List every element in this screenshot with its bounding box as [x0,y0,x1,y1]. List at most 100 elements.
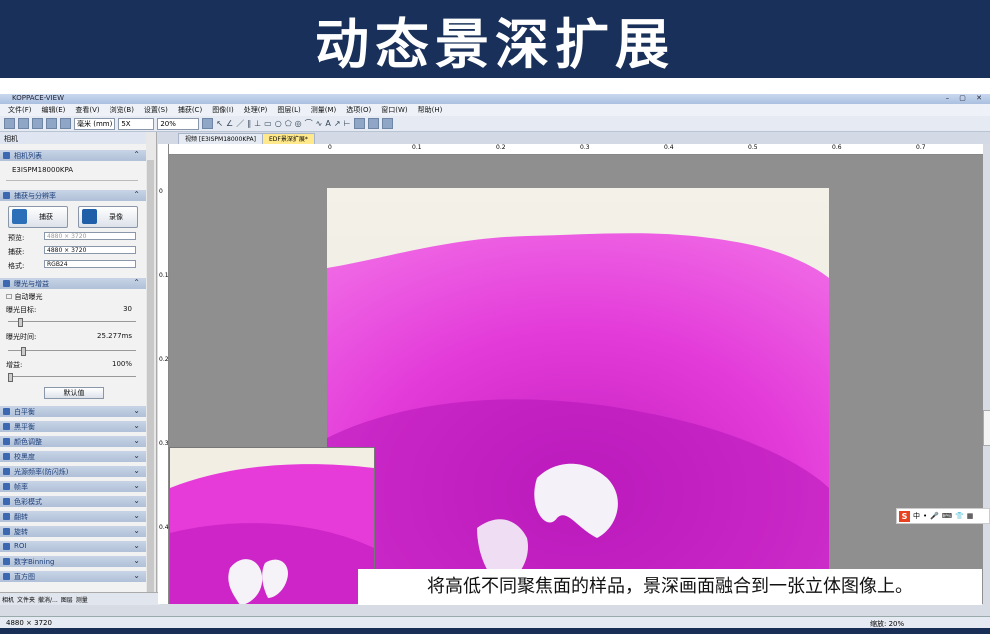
paste-icon[interactable] [60,118,71,129]
tab-undo[interactable]: 撤消/... [38,595,58,604]
section-capture-resolution[interactable]: 捕获与分辨率 ⌃ [0,190,146,201]
auto-exposure-checkbox[interactable]: ☐ 自动曝光 [6,292,43,302]
menu-capture[interactable]: 捕获(C) [178,105,202,115]
chevron-down-icon: ⌄ [133,421,140,430]
table-icon[interactable] [381,118,393,129]
section-color-adjust[interactable]: 颜色调整 ⌄ [0,436,146,447]
slider-knob[interactable] [8,373,13,382]
polygon-icon[interactable]: ⬠ [285,119,292,128]
vertical-ruler: 0 0.1 0.2 0.3 0.4 [158,144,169,604]
chevron-down-icon: ⌄ [133,451,140,460]
menu-image[interactable]: 图像(I) [212,105,234,115]
scroll-thumb[interactable] [147,160,154,600]
parallel-icon[interactable]: ∥ [247,119,251,128]
arrow-icon[interactable]: ↗ [334,119,341,128]
keyboard-icon[interactable]: ⌨ [942,512,952,520]
tab-measure[interactable]: 测量 [76,595,88,604]
tab-layer[interactable]: 图层 [61,595,73,604]
section-frame-rate[interactable]: 帧率 ⌄ [0,481,146,492]
device-item[interactable]: E3ISPM18000KPA [6,164,138,181]
histogram-icon [3,573,10,580]
menu-settings[interactable]: 设置(S) [144,105,168,115]
rectangle-icon[interactable]: ▭ [264,119,272,128]
print-icon[interactable] [32,118,43,129]
rotate-icon [3,528,10,535]
section-label: 捕获与分辨率 [14,192,56,200]
menu-process[interactable]: 处理(P) [244,105,268,115]
perpendicular-icon[interactable]: ⊥ [254,119,261,128]
section-histogram[interactable]: 直方图 ⌄ [0,571,146,582]
exposure-time-label: 曝光时间: [6,333,37,341]
color-adjust-icon [3,438,10,445]
scale-icon[interactable]: ⊢ [344,119,351,128]
panel-scrollbar[interactable] [146,132,157,604]
record-button[interactable]: 录像 [78,206,138,228]
slider-knob[interactable] [18,318,23,327]
exposure-target-slider[interactable] [8,318,136,327]
section-camera-list[interactable]: 相机列表 ⌃ [0,150,146,161]
section-binning[interactable]: 数字Binning ⌄ [0,556,146,567]
exposure-time-slider[interactable] [8,347,136,356]
ime-mode[interactable]: 中 [913,511,920,521]
menu-help[interactable]: 帮助(H) [418,105,443,115]
menu-measure[interactable]: 测量(M) [311,105,337,115]
circle-icon[interactable]: ◎ [295,119,302,128]
magnification-select[interactable]: 5X [118,117,155,130]
preview-select[interactable]: 4880 × 3720 [44,232,136,240]
menu-edit[interactable]: 编辑(E) [42,105,66,115]
section-label: 白平衡 [14,408,35,416]
menu-window[interactable]: 窗口(W) [381,105,407,115]
section-roi[interactable]: ROI ⌄ [0,541,146,552]
arc-icon[interactable]: ⌒ [305,118,313,129]
menu-options[interactable]: 选项(O) [346,105,371,115]
gain-slider[interactable] [8,373,136,382]
ellipse-icon[interactable]: ○ [275,119,282,128]
save-icon[interactable] [18,118,29,129]
angle-icon[interactable]: ∠ [226,119,233,128]
image-canvas[interactable] [169,155,983,604]
menu-layer[interactable]: 图层(L) [277,105,300,115]
section-light-frequency[interactable]: 光源频率(防闪烁) ⌄ [0,466,146,477]
tab-folder[interactable]: 文件夹 [17,595,35,604]
section-black-balance[interactable]: 黑平衡 ⌄ [0,421,146,432]
slider-knob[interactable] [21,347,26,356]
capture-select[interactable]: 4880 × 3720 [44,246,136,254]
grid-icon[interactable] [353,118,365,129]
section-contrast[interactable]: 校黑度 ⌄ [0,451,146,462]
tools-icon[interactable]: ▦ [967,512,974,520]
section-rotate[interactable]: 旋转 ⌄ [0,526,146,537]
zoom-select[interactable]: 20% [157,117,200,130]
section-color-mode[interactable]: 色彩模式 ⌄ [0,496,146,507]
side-edge-tab[interactable] [983,410,990,446]
curve-icon[interactable]: ∿ [316,119,323,128]
pointer-icon[interactable]: ↖ [216,119,223,128]
text-icon[interactable]: A [325,119,330,128]
white-balance-icon [3,408,10,415]
section-white-balance[interactable]: 白平衡 ⌄ [0,406,146,417]
open-icon[interactable] [4,118,15,129]
ime-toolbar[interactable]: S 中 • 🎤 ⌨ 👕 ▦ [896,508,990,524]
tab-camera[interactable]: 相机 [2,595,14,604]
ruler-tick: 0.2 [496,144,506,151]
capture-icon [3,192,10,199]
menu-file[interactable]: 文件(F) [8,105,32,115]
binning-icon [3,558,10,565]
unit-select[interactable]: 毫米 (mm) [74,117,116,130]
skin-icon[interactable]: 👕 [955,512,964,520]
default-button[interactable]: 默认值 [44,387,104,399]
snap-button[interactable]: 捕获 [8,206,68,228]
copy-icon[interactable] [46,118,57,129]
menu-browse[interactable]: 浏览(B) [110,105,134,115]
mic-icon[interactable]: 🎤 [930,512,939,520]
menu-view[interactable]: 查看(V) [75,105,99,115]
punctuation-icon[interactable]: • [923,512,927,520]
layout-icon[interactable] [367,118,379,129]
line-icon[interactable]: ／ [236,118,244,129]
fit-icon[interactable] [202,118,214,129]
format-select[interactable]: RGB24 [44,260,136,268]
window-controls[interactable]: – ▢ ✕ [946,94,986,102]
app-window: KOPPACE-VIEW – ▢ ✕ 文件(F) 编辑(E) 查看(V) 浏览(… [0,94,990,634]
section-exposure[interactable]: 曝光与增益 ⌃ [0,278,146,289]
section-flip[interactable]: 翻转 ⌄ [0,511,146,522]
ruler-tick: 0.3 [159,440,169,447]
